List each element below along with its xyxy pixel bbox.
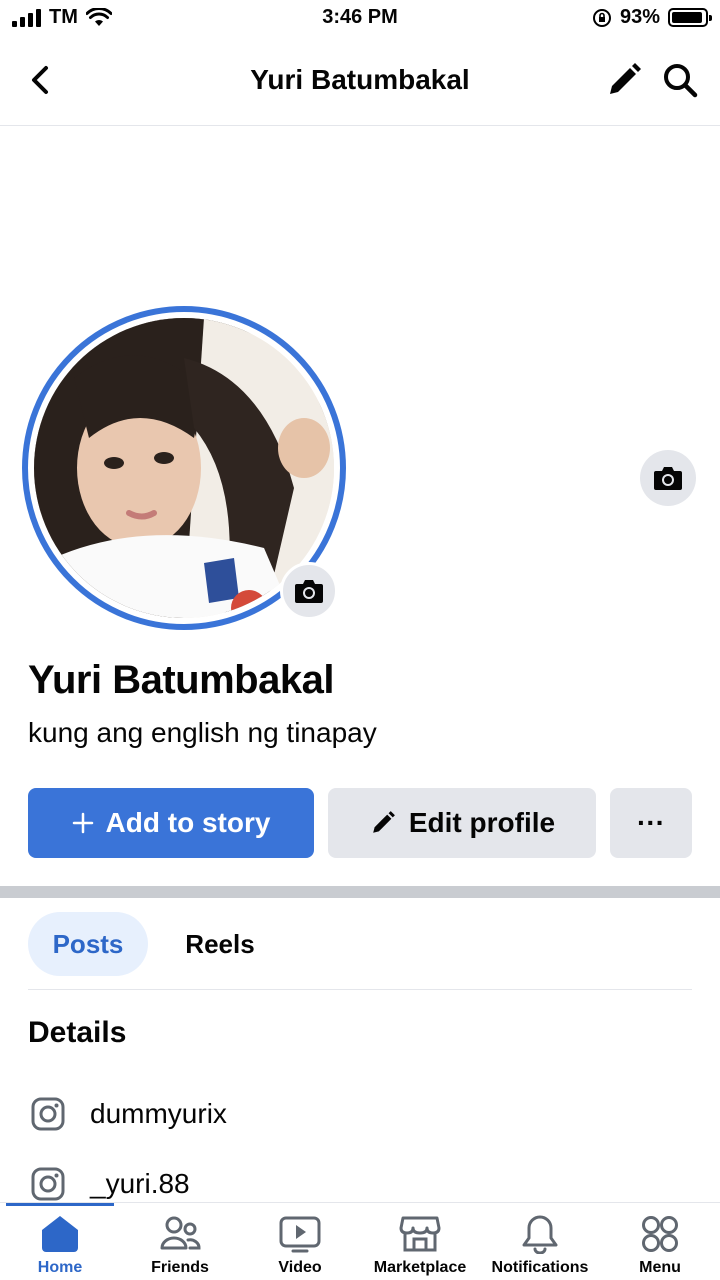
camera-icon xyxy=(654,467,682,490)
avatar-camera-button[interactable] xyxy=(280,562,338,620)
profile-header: Yuri Batumbakal xyxy=(0,38,720,126)
pencil-icon xyxy=(373,811,395,833)
detail-item-instagram[interactable]: _yuri.88 xyxy=(28,1160,190,1208)
nav-video-label: Video xyxy=(278,1259,322,1276)
add-to-story-label: Add to story xyxy=(105,807,271,838)
details-heading: Details xyxy=(28,1016,127,1049)
orientation-lock-icon xyxy=(592,8,611,27)
nav-notifications-label: Notifications xyxy=(491,1259,589,1276)
battery-percent: 93% xyxy=(619,6,660,28)
tab-reels[interactable]: Reels xyxy=(164,912,276,976)
profile-picture-container[interactable] xyxy=(14,298,354,638)
camera-icon xyxy=(295,580,323,603)
profile-tabs: Posts Reels xyxy=(28,912,692,990)
nav-friends[interactable]: Friends xyxy=(120,1203,240,1280)
search-icon[interactable] xyxy=(660,60,700,100)
profile-name: Yuri Batumbakal xyxy=(28,658,334,702)
nav-marketplace[interactable]: Marketplace xyxy=(360,1203,480,1280)
video-icon xyxy=(279,1216,321,1253)
status-bar: TM 3:46 PM 93% xyxy=(0,0,720,38)
nav-marketplace-label: Marketplace xyxy=(373,1259,467,1276)
detail-label: _yuri.88 xyxy=(90,1168,190,1199)
plus-icon xyxy=(72,812,93,834)
nav-home[interactable]: Home xyxy=(0,1203,120,1280)
battery-icon xyxy=(668,8,712,27)
edit-profile-button[interactable]: Edit profile xyxy=(328,788,596,858)
add-to-story-button[interactable]: Add to story xyxy=(28,788,314,858)
profile-bio: kung ang english ng tinapay xyxy=(28,717,377,748)
detail-label: dummyurix xyxy=(90,1098,227,1129)
active-tab-indicator xyxy=(6,1203,114,1206)
detail-item-instagram[interactable]: dummyurix xyxy=(28,1090,227,1138)
profile-actions: Add to story Edit profile ··· xyxy=(28,788,692,858)
marketplace-icon xyxy=(399,1216,441,1252)
nav-menu[interactable]: Menu xyxy=(600,1203,720,1280)
home-icon xyxy=(42,1216,78,1252)
instagram-icon xyxy=(31,1167,65,1201)
pencil-icon[interactable] xyxy=(604,60,644,100)
tab-posts[interactable]: Posts xyxy=(28,912,148,976)
instagram-icon xyxy=(31,1097,65,1131)
cover-camera-button[interactable] xyxy=(640,450,696,506)
more-options-button[interactable]: ··· xyxy=(610,788,692,858)
nav-friends-label: Friends xyxy=(151,1259,209,1276)
bottom-navigation: Home Friends Video Marketplace Notificat… xyxy=(0,1202,720,1280)
friends-icon xyxy=(160,1216,201,1250)
menu-grid-icon xyxy=(642,1216,678,1252)
edit-profile-label: Edit profile xyxy=(408,807,556,838)
nav-menu-label: Menu xyxy=(639,1259,681,1276)
nav-notifications[interactable]: Notifications xyxy=(480,1203,600,1280)
more-options-label: ··· xyxy=(637,807,665,838)
bell-icon xyxy=(522,1215,558,1254)
section-divider xyxy=(0,886,720,898)
nav-video[interactable]: Video xyxy=(240,1203,360,1280)
nav-home-label: Home xyxy=(37,1259,83,1276)
